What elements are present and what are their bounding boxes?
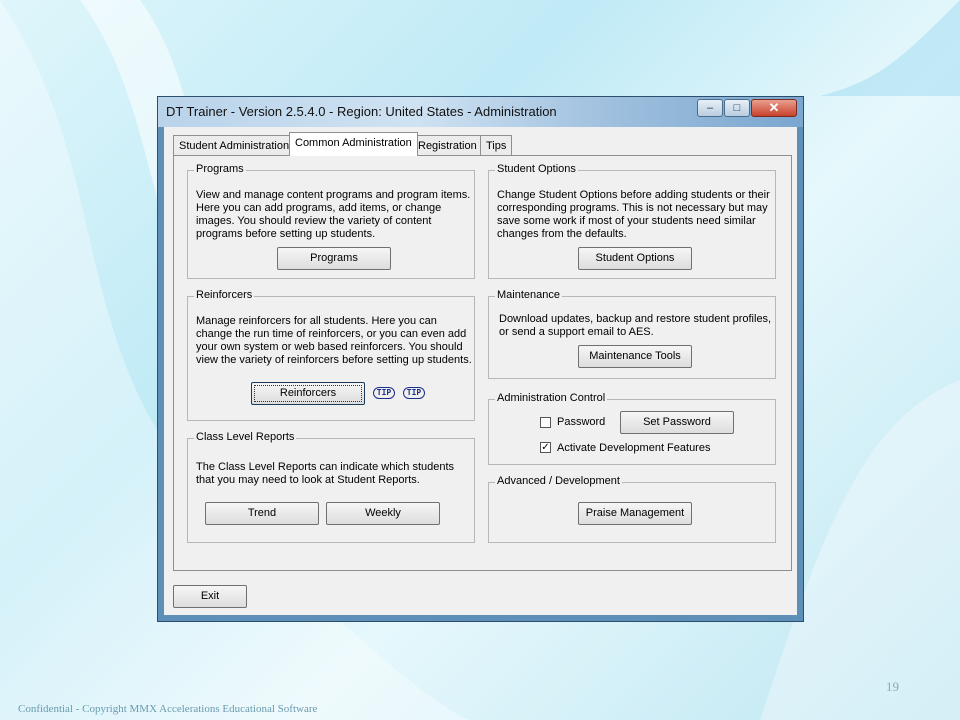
tip-icon[interactable]: TIP bbox=[373, 387, 395, 399]
reinforcers-line: view the variety of reinforcers before s… bbox=[196, 354, 472, 366]
tab-tips[interactable]: Tips bbox=[480, 135, 513, 155]
reinforcers-button[interactable]: Reinforcers bbox=[251, 382, 365, 405]
maintenance-line: or send a support email to AES. bbox=[499, 326, 654, 338]
student-options-group: Student Options Change Student Options b… bbox=[488, 163, 776, 279]
student-options-description: Change Student Options before adding stu… bbox=[497, 189, 770, 241]
programs-button[interactable]: Programs bbox=[277, 247, 391, 270]
set-password-button[interactable]: Set Password bbox=[620, 411, 734, 434]
class-level-reports-group-title: Class Level Reports bbox=[194, 431, 297, 443]
student-options-group-title: Student Options bbox=[495, 163, 578, 175]
reinforcers-line: Manage reinforcers for all students. Her… bbox=[196, 315, 437, 327]
administration-control-group: Administration Control Password Set Pass… bbox=[488, 392, 776, 465]
tab-registration[interactable]: Registration bbox=[412, 135, 483, 155]
close-button[interactable]: ✕ bbox=[751, 99, 797, 117]
programs-line: images. You should review the variety of… bbox=[196, 215, 432, 227]
weekly-button[interactable]: Weekly bbox=[326, 502, 440, 525]
exit-button[interactable]: Exit bbox=[173, 585, 247, 608]
window-title: DT Trainer - Version 2.5.4.0 - Region: U… bbox=[166, 104, 557, 119]
programs-line: View and manage content programs and pro… bbox=[196, 189, 471, 201]
maintenance-group: Maintenance Download updates, backup and… bbox=[488, 289, 776, 379]
class-level-reports-description: The Class Level Reports can indicate whi… bbox=[196, 461, 454, 487]
trend-button[interactable]: Trend bbox=[205, 502, 319, 525]
window-client-area: Student Administration Common Administra… bbox=[164, 127, 797, 615]
tab-common-administration[interactable]: Common Administration bbox=[289, 132, 418, 156]
programs-group: Programs View and manage content program… bbox=[187, 163, 475, 279]
common-administration-panel: Programs View and manage content program… bbox=[173, 155, 792, 571]
minimize-button[interactable]: – bbox=[697, 99, 723, 117]
maintenance-description: Download updates, backup and restore stu… bbox=[499, 313, 771, 339]
title-bar[interactable]: DT Trainer - Version 2.5.4.0 - Region: U… bbox=[158, 97, 803, 127]
slide-footer: Confidential - Copyright MMX Acceleratio… bbox=[18, 703, 318, 715]
student-options-button[interactable]: Student Options bbox=[578, 247, 692, 270]
reinforcers-line: your own system or web based reinforcers… bbox=[196, 341, 463, 353]
administration-control-group-title: Administration Control bbox=[495, 392, 608, 404]
programs-group-title: Programs bbox=[194, 163, 246, 175]
advanced-development-group: Advanced / Development Praise Management bbox=[488, 475, 776, 543]
student-options-line: changes from the defaults. bbox=[497, 228, 627, 240]
app-window: DT Trainer - Version 2.5.4.0 - Region: U… bbox=[157, 96, 804, 622]
maintenance-line: Download updates, backup and restore stu… bbox=[499, 313, 772, 325]
student-options-line: corresponding programs. This is not nece… bbox=[497, 202, 768, 214]
programs-line: programs before setting up students. bbox=[196, 228, 376, 240]
praise-management-button[interactable]: Praise Management bbox=[578, 502, 692, 525]
class-reports-line: that you may need to look at Student Rep… bbox=[196, 474, 420, 486]
activate-dev-features-label: Activate Development Features bbox=[557, 442, 711, 454]
password-label: Password bbox=[557, 416, 606, 428]
maintenance-tools-button[interactable]: Maintenance Tools bbox=[578, 345, 692, 368]
student-options-line: save some work if most of your students … bbox=[497, 215, 756, 227]
advanced-development-group-title: Advanced / Development bbox=[495, 475, 622, 487]
tip-icon[interactable]: TIP bbox=[403, 387, 425, 399]
reinforcers-line: change the run time of reinforcers, or y… bbox=[196, 328, 467, 340]
reinforcers-description: Manage reinforcers for all students. Her… bbox=[196, 315, 472, 367]
class-reports-line: The Class Level Reports can indicate whi… bbox=[196, 461, 455, 473]
activate-dev-features-checkbox[interactable]: ✓ bbox=[540, 442, 551, 453]
password-checkbox[interactable] bbox=[540, 417, 551, 428]
reinforcers-group-title: Reinforcers bbox=[194, 289, 255, 301]
class-level-reports-group: Class Level Reports The Class Level Repo… bbox=[187, 431, 475, 543]
reinforcers-group: Reinforcers Manage reinforcers for all s… bbox=[187, 289, 475, 421]
slide-page-number: 19 bbox=[886, 679, 899, 694]
maximize-button[interactable]: □ bbox=[724, 99, 750, 117]
programs-description: View and manage content programs and pro… bbox=[196, 189, 470, 241]
programs-line: Here you can add programs, add items, or… bbox=[196, 202, 442, 214]
tab-student-administration[interactable]: Student Administration bbox=[173, 135, 296, 155]
maintenance-group-title: Maintenance bbox=[495, 289, 562, 301]
student-options-line: Change Student Options before adding stu… bbox=[497, 189, 770, 201]
